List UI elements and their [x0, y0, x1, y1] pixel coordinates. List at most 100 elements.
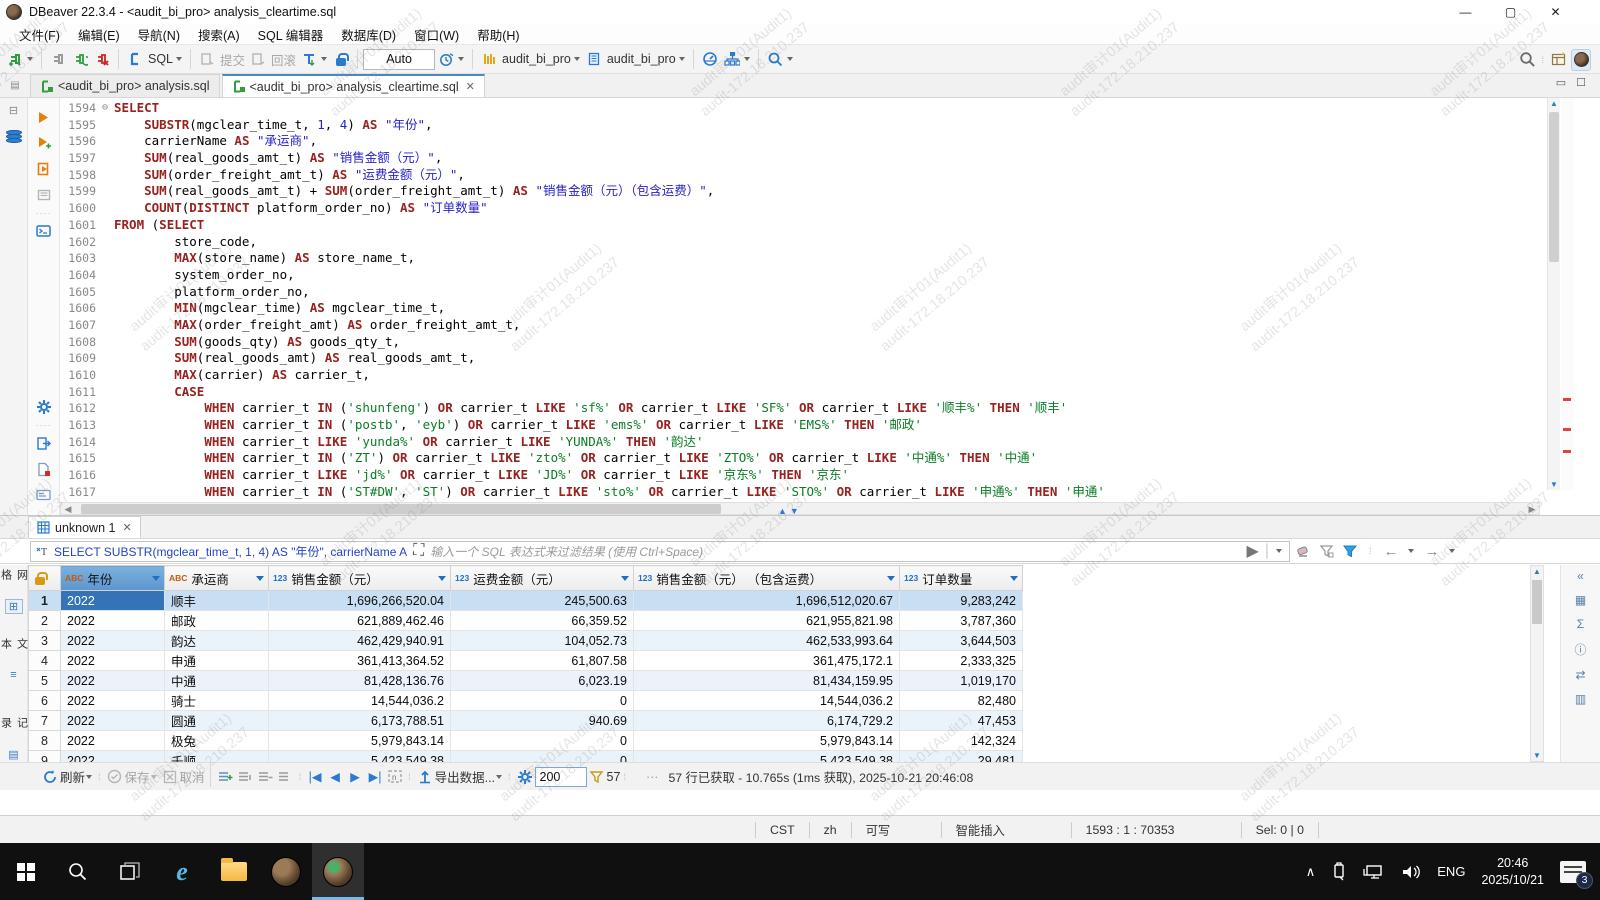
editor-vertical-scrollbar[interactable]: ▲ ▼ [1547, 98, 1560, 490]
cell[interactable]: 极兔 [164, 730, 269, 751]
code-line[interactable]: 1604 system_order_no, [60, 267, 1582, 284]
sql-editor-caret[interactable] [176, 57, 183, 61]
cell[interactable]: 9,283,242 [899, 590, 1023, 611]
cell[interactable]: 2022 [60, 590, 165, 611]
next-page-icon[interactable]: ▶ [346, 768, 364, 786]
column-header-0[interactable]: ABC 年份 [60, 565, 165, 591]
dbeaver-perspective-icon[interactable] [1571, 48, 1591, 71]
cell[interactable]: 621,955,821.98 [633, 610, 900, 631]
connection-combo[interactable]: audit_bi_pro [502, 52, 571, 66]
cell[interactable]: 104,052.73 [450, 630, 634, 651]
row-number[interactable]: 3 [28, 630, 61, 651]
row-number[interactable]: 7 [28, 710, 61, 731]
cell[interactable]: 5,979,843.14 [268, 730, 451, 751]
code-line[interactable]: 1610 MAX (carrier) AS carrier_t, [60, 367, 1582, 384]
maximize-button[interactable]: ▢ [1488, 0, 1533, 24]
cell[interactable]: 2022 [60, 610, 165, 631]
database-navigator-icon[interactable] [4, 126, 24, 148]
code-line[interactable]: 1608 SUM (goods_qty) AS goods_qty_t, [60, 334, 1582, 351]
schema-combo[interactable]: audit_bi_pro [607, 52, 676, 66]
cell[interactable]: 1,696,512,020.67 [633, 590, 900, 611]
network-profile-caret[interactable] [743, 57, 750, 61]
network-profile-icon[interactable] [722, 48, 742, 70]
row-count-value[interactable]: 57 [607, 770, 621, 784]
cell[interactable]: 2022 [60, 710, 165, 731]
tab-analysis-sql[interactable]: <audit_bi_pro> analysis.sql [30, 74, 220, 97]
cell[interactable]: 14,544,036.2 [268, 690, 451, 711]
transaction-caret[interactable] [321, 57, 328, 61]
nav-forward-icon[interactable]: → [1425, 543, 1440, 560]
text-presentation-icon[interactable]: ≡ [5, 668, 23, 684]
notification-icon[interactable]: 3 [1560, 860, 1593, 889]
volume-icon[interactable] [1401, 863, 1421, 881]
cell[interactable]: 圆通 [164, 710, 269, 731]
ie-icon[interactable]: e [156, 843, 208, 900]
table-row[interactable]: 7 2022 圆通 6,173,788.51 940.69 6,174,729.2 47,4… [28, 710, 1023, 731]
open-perspective-icon[interactable] [1549, 49, 1569, 71]
prev-page-icon[interactable]: ◀ [326, 768, 344, 786]
goto-row-icon[interactable]: n [386, 768, 404, 786]
cell[interactable]: 2022 [60, 690, 165, 711]
code-line[interactable]: 1600 COUNT(DISTINCT platform_order_no) A… [60, 200, 1582, 217]
collapse-panel-icon[interactable]: « [1577, 569, 1584, 583]
sql-console-icon[interactable] [34, 220, 54, 242]
table-row[interactable]: 2 2022 邮政 621,889,462.46 66,359.52 621,955,82… [28, 610, 1023, 631]
presentation-record-label[interactable]: 记录 [0, 717, 30, 743]
minimize-button[interactable]: — [1443, 0, 1488, 24]
task-view-button[interactable] [104, 843, 156, 900]
maximize-view-icon[interactable]: ☐ [1576, 76, 1586, 89]
presentation-grid-label[interactable]: 网格 [0, 569, 30, 595]
tab-analysis-cleartime-sql[interactable]: <audit_bi_pro> analysis_cleartime.sql ✕ [221, 74, 485, 97]
cell[interactable]: 47,453 [899, 710, 1023, 731]
restore-navigator-icon[interactable]: ⊟ [5, 102, 23, 118]
cell[interactable]: 81,434,159.95 [633, 670, 900, 691]
filter-input[interactable]: T SELECT SUBSTR(mgclear_time_t, 1, 4) AS… [30, 540, 1290, 562]
output-console-icon[interactable] [34, 484, 54, 506]
table-row[interactable]: 5 2022 中通 81,428,136.76 6,023.19 81,434,159.9… [28, 670, 1023, 691]
nav-back-icon[interactable]: ← [1384, 543, 1399, 560]
code-line[interactable]: 1609 SUM (real_goods_amt) AS real_goods_a… [60, 350, 1582, 367]
cell[interactable]: 621,889,462.46 [268, 610, 451, 631]
grid-vertical-scrollbar[interactable]: ▲ ▼ [1530, 565, 1544, 762]
clock[interactable]: 20:46 2025/10/21 [1481, 855, 1544, 889]
cell[interactable]: 5,979,843.14 [633, 730, 900, 751]
cell[interactable]: 2022 [60, 650, 165, 671]
cell[interactable]: 940.69 [450, 710, 634, 731]
lock-icon[interactable] [331, 48, 351, 70]
code-area[interactable]: 1594 ⊖ SELECT 1595 SUBSTR (mgclear_time_t, 1… [60, 100, 1582, 501]
record-presentation-icon[interactable]: ▤ [5, 746, 23, 762]
close-button[interactable]: ✕ [1533, 0, 1578, 24]
cell[interactable]: 245,500.63 [450, 590, 634, 611]
code-line[interactable]: 1595 SUBSTR (mgclear_time_t, 1, 4) AS "年份… [60, 117, 1582, 134]
tab-close-icon[interactable]: ✕ [466, 80, 475, 93]
menu-item-2[interactable]: 导航(N) [129, 24, 189, 44]
code-line[interactable]: 1615 WHEN carrier_t IN ('ZT') OR carrier… [60, 450, 1582, 467]
menu-item-7[interactable]: 帮助(H) [468, 24, 528, 44]
column-filter-arrow-icon[interactable] [438, 575, 446, 581]
remove-filter-icon[interactable] [1320, 544, 1335, 558]
code-line[interactable]: 1614 WHEN carrier_t LIKE 'yunda%' OR car… [60, 434, 1582, 451]
editor-horizontal-scrollbar[interactable]: ◀ ▶ [60, 502, 1540, 515]
cell[interactable]: 66,359.52 [450, 610, 634, 631]
cell[interactable]: 142,324 [899, 730, 1023, 751]
minimize-view-icon[interactable]: ▭ [1556, 76, 1566, 89]
panel-add-row-icon[interactable] [217, 768, 235, 786]
menu-item-5[interactable]: 数据库(D) [332, 24, 405, 44]
cell[interactable]: 6,174,729.2 [633, 710, 900, 731]
presentation-text-label[interactable]: 文本 [0, 638, 30, 664]
cell[interactable]: 3,787,360 [899, 610, 1023, 631]
refresh-caret[interactable] [86, 774, 93, 779]
cell[interactable]: 0 [450, 690, 634, 711]
disconnect-icon[interactable] [48, 48, 68, 70]
settings-gear-icon[interactable] [34, 396, 54, 418]
cell[interactable]: 82,480 [899, 690, 1023, 711]
code-line[interactable]: 1602 store_code, [60, 234, 1582, 251]
code-line[interactable]: 1617 WHEN carrier_t IN ('ST#DW', 'ST') O… [60, 484, 1582, 501]
results-tab-unknown1[interactable]: unknown 1 ✕ [28, 516, 141, 538]
calc-panel-icon[interactable]: Σ [1577, 617, 1584, 631]
panel-dup-row-icon[interactable] [277, 768, 295, 786]
search-icon[interactable] [1517, 49, 1537, 71]
refresh-icon[interactable] [41, 768, 59, 786]
fold-marker-icon[interactable]: ⊖ [102, 100, 114, 117]
cell[interactable]: 6,023.19 [450, 670, 634, 691]
